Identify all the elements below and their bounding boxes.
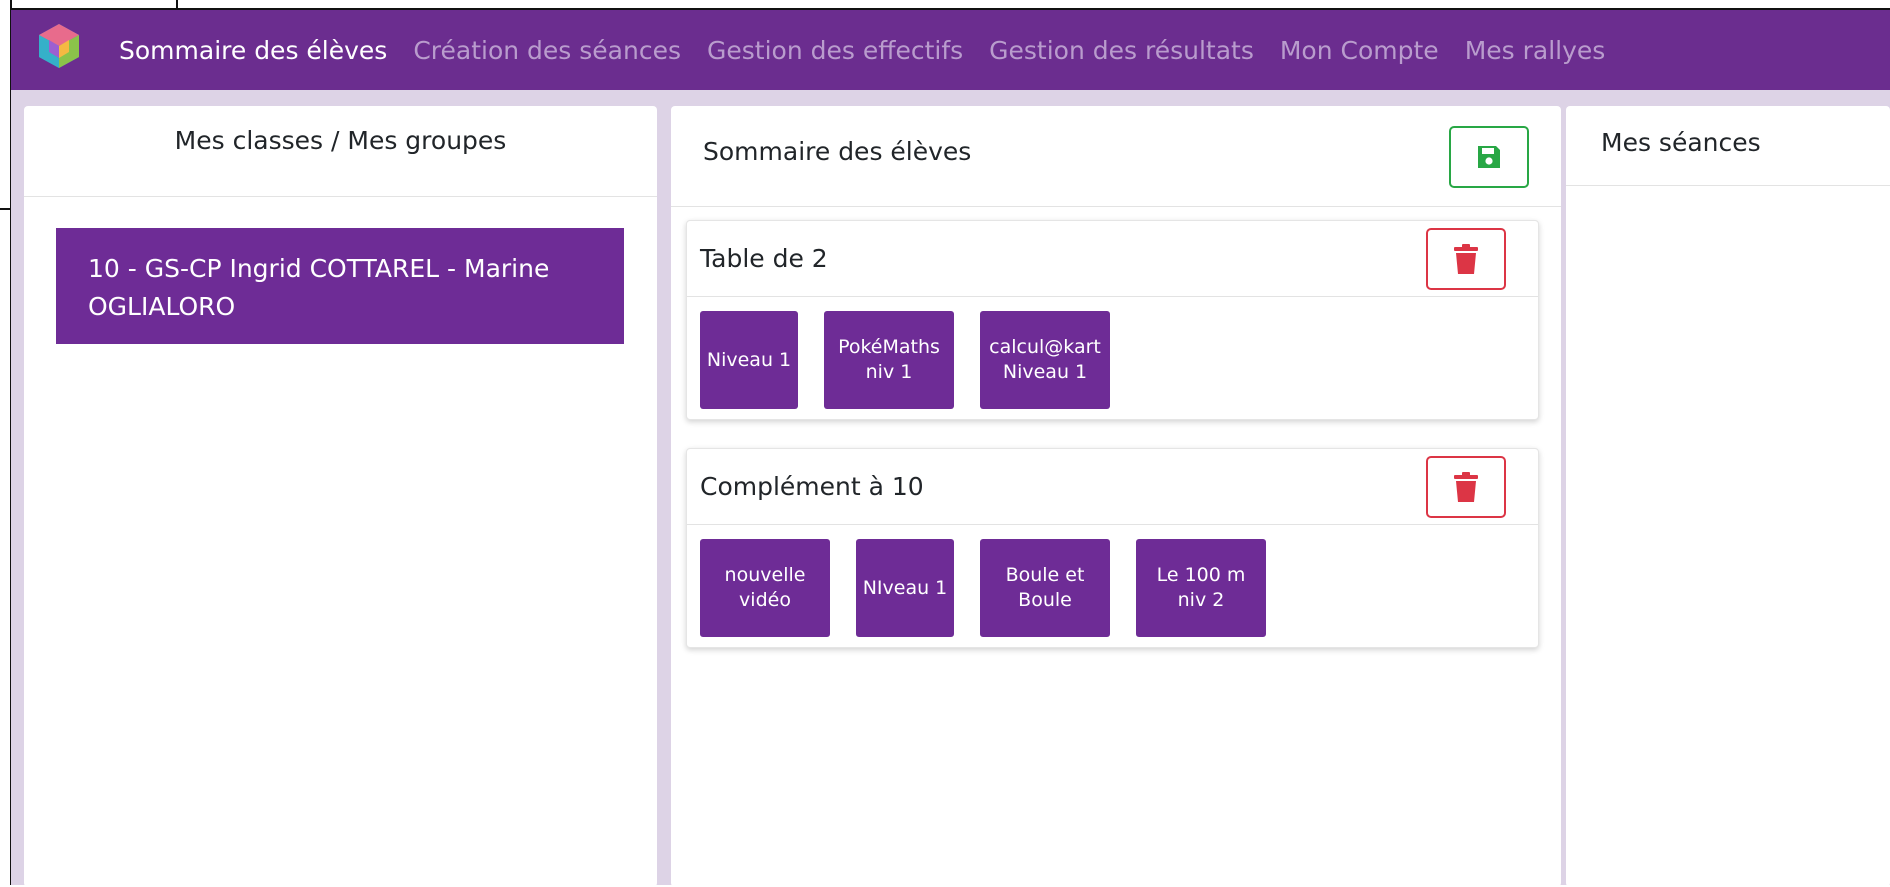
delete-button[interactable]	[1426, 228, 1506, 290]
app-root: Sommaire des élèves Création des séances…	[11, 8, 1890, 887]
session-card: Table de 2 Niveau 1 PokéMaths niv 1 calc…	[686, 220, 1539, 420]
session-card-title: Table de 2	[700, 244, 828, 273]
class-list-item[interactable]: 10 - GS-CP Ingrid COTTAREL - Marine OGLI…	[56, 228, 624, 344]
trash-icon	[1454, 244, 1478, 274]
session-card-header: Complément à 10	[687, 449, 1538, 525]
nav-item-creation-seances[interactable]: Création des séances	[413, 36, 681, 65]
summary-panel: Sommaire des élèves Table de 2 Niveau 1 …	[671, 106, 1561, 887]
nav-item-gestion-effectifs[interactable]: Gestion des effectifs	[707, 36, 963, 65]
activity-tile[interactable]: NIveau 1	[856, 539, 954, 637]
nav-item-mon-compte[interactable]: Mon Compte	[1280, 36, 1439, 65]
activity-tile[interactable]: Boule et Boule	[980, 539, 1110, 637]
delete-button[interactable]	[1426, 456, 1506, 518]
summary-panel-header: Sommaire des élèves	[671, 106, 1561, 207]
activity-tile[interactable]: PokéMaths niv 1	[824, 311, 954, 409]
save-button[interactable]	[1449, 126, 1529, 188]
sessions-panel: Mes séances	[1566, 106, 1890, 887]
nav-item-gestion-resultats[interactable]: Gestion des résultats	[989, 36, 1254, 65]
app-logo-icon[interactable]	[35, 22, 83, 70]
activity-tile[interactable]: calcul@kart Niveau 1	[980, 311, 1110, 409]
summary-panel-title: Sommaire des élèves	[703, 137, 972, 166]
activity-tile[interactable]: nouvelle vidéo	[700, 539, 830, 637]
nav-item-mes-rallyes[interactable]: Mes rallyes	[1465, 36, 1606, 65]
nav-item-sommaire[interactable]: Sommaire des élèves	[119, 36, 387, 65]
session-card-title: Complément à 10	[700, 472, 924, 501]
trash-icon	[1454, 472, 1478, 502]
classes-panel-title: Mes classes / Mes groupes	[24, 106, 657, 197]
sessions-panel-title: Mes séances	[1566, 106, 1890, 186]
floppy-disk-icon	[1478, 146, 1500, 168]
activity-tile[interactable]: Le 100 m niv 2	[1136, 539, 1266, 637]
nav-menu: Sommaire des élèves Création des séances…	[119, 10, 1631, 90]
session-card: Complément à 10 nouvelle vidéo NIveau 1 …	[686, 448, 1539, 648]
top-navbar: Sommaire des élèves Création des séances…	[11, 10, 1890, 90]
classes-panel: Mes classes / Mes groupes 10 - GS-CP Ing…	[24, 106, 657, 887]
activity-tile[interactable]: Niveau 1	[700, 311, 798, 409]
session-card-header: Table de 2	[687, 221, 1538, 297]
